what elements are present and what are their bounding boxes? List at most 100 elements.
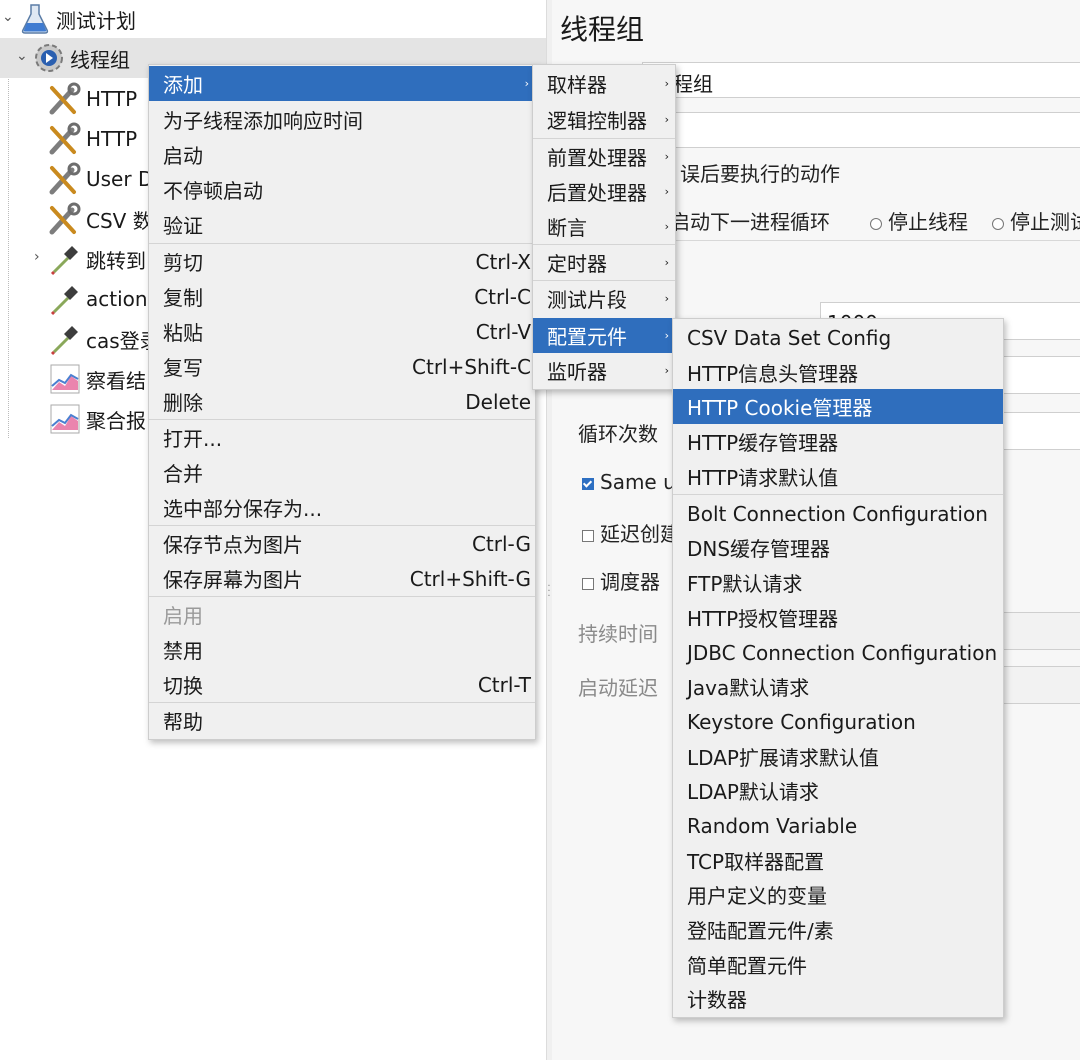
- menu-item-tcp-sampler-config[interactable]: TCP取样器配置: [673, 843, 1003, 878]
- menu-item-ldap-request-defaults[interactable]: LDAP默认请求: [673, 773, 1003, 808]
- radio-stop-thread[interactable]: 停止线程: [870, 206, 968, 235]
- menu-item-dns-cache-manager[interactable]: DNS缓存管理器: [673, 530, 1003, 565]
- menu-item-merge[interactable]: 合并: [149, 455, 535, 490]
- wrench-icon: [48, 82, 82, 116]
- menu-item-label: 启用: [163, 604, 203, 628]
- menu-item-config-element[interactable]: 配置元件 ›: [533, 318, 675, 353]
- menu-item-random-variable[interactable]: Random Variable: [673, 808, 1003, 843]
- section-divider: [672, 240, 1080, 241]
- menu-item-label: 复制: [163, 286, 203, 310]
- menu-item-shortcut: Ctrl-X: [475, 249, 531, 274]
- tree-node-csv[interactable]: CSV 数: [48, 200, 153, 238]
- menu-item-duplicate[interactable]: 复写 Ctrl+Shift-C: [149, 349, 535, 384]
- menu-item-paste[interactable]: 粘贴 Ctrl-V: [149, 314, 535, 349]
- menu-item-start[interactable]: 启动: [149, 137, 535, 172]
- menu-item-ldap-extended-defaults[interactable]: LDAP扩展请求默认值: [673, 739, 1003, 774]
- menu-item-label: 禁用: [163, 639, 203, 663]
- menu-item-bolt-connection-config[interactable]: Bolt Connection Configuration: [673, 496, 1003, 531]
- menu-item-shortcut: Ctrl+Shift-G: [409, 566, 531, 591]
- menu-item-test-fragment[interactable]: 测试片段 ›: [533, 281, 675, 316]
- menu-item-add[interactable]: 添加 ›: [149, 66, 535, 101]
- menu-item-save-node-image[interactable]: 保存节点为图片 Ctrl-G: [149, 526, 535, 561]
- scheduler-checkbox[interactable]: 调度器: [582, 566, 660, 595]
- menu-item-logic-controller[interactable]: 逻辑控制器 ›: [533, 102, 675, 137]
- radio-stop-test[interactable]: 停止测试: [992, 206, 1080, 235]
- menu-item-http-request-defaults[interactable]: HTTP请求默认值: [673, 459, 1003, 494]
- menu-item-label: 剪切: [163, 251, 203, 275]
- menu-item-shortcut: Ctrl-T: [477, 672, 531, 697]
- comments-field[interactable]: [642, 112, 1080, 148]
- tree-node-label: CSV 数: [86, 208, 153, 233]
- menu-item-assertion[interactable]: 断言 ›: [533, 209, 675, 244]
- tree-node-http-request-2[interactable]: HTTP: [48, 120, 137, 158]
- menu-item-post-processor[interactable]: 后置处理器 ›: [533, 174, 675, 209]
- menu-item-label: 简单配置元件: [687, 954, 807, 978]
- menu-item-delete[interactable]: 删除 Delete: [149, 384, 535, 419]
- menu-item-validate[interactable]: 验证: [149, 207, 535, 242]
- menu-item-help[interactable]: 帮助: [149, 703, 535, 738]
- menu-item-label: DNS缓存管理器: [687, 537, 831, 561]
- menu-item-http-auth-manager[interactable]: HTTP授权管理器: [673, 600, 1003, 635]
- radio-next-loop[interactable]: 启动下一进程循环: [670, 206, 830, 235]
- menu-item-label: 定时器: [547, 252, 607, 276]
- tree-node-http-request-1[interactable]: HTTP: [48, 80, 137, 118]
- pipette-icon: [48, 282, 82, 316]
- startup-delay-label: 启动延迟: [578, 676, 658, 700]
- tree-node-aggregate-report[interactable]: 聚合报: [48, 400, 146, 438]
- menu-item-shortcut: Ctrl+Shift-C: [412, 354, 531, 379]
- radio-next-loop-label: 启动下一进程循环: [670, 210, 830, 234]
- menu-item-label: 切换: [163, 674, 203, 698]
- menu-item-save-selection-as[interactable]: 选中部分保存为...: [149, 490, 535, 525]
- menu-item-copy[interactable]: 复制 Ctrl-C: [149, 279, 535, 314]
- menu-item-open[interactable]: 打开...: [149, 420, 535, 455]
- graph-icon: [48, 402, 82, 436]
- menu-item-label: HTTP请求默认值: [687, 466, 839, 490]
- tree-node-test-plan[interactable]: ⌄ 测试计划: [0, 0, 546, 38]
- menu-separator: [673, 494, 1003, 495]
- name-field-value: 程组: [673, 72, 713, 96]
- menu-item-start-no-pause[interactable]: 不停顿启动: [149, 172, 535, 207]
- menu-item-sampler[interactable]: 取样器 ›: [533, 66, 675, 101]
- menu-item-label: 逻辑控制器: [547, 109, 647, 133]
- menu-item-simple-config-element[interactable]: 简单配置元件: [673, 947, 1003, 982]
- menu-item-http-cookie-manager[interactable]: HTTP Cookie管理器: [673, 389, 1003, 424]
- menu-item-label: 保存节点为图片: [163, 533, 303, 557]
- name-field[interactable]: 程组: [642, 62, 1080, 98]
- tree-node-user-defined[interactable]: User D: [48, 160, 153, 198]
- menu-item-pre-processor[interactable]: 前置处理器 ›: [533, 139, 675, 174]
- menu-item-jdbc-connection-config[interactable]: JDBC Connection Configuration: [673, 635, 1003, 670]
- graph-icon: [48, 362, 82, 396]
- menu-item-http-header-manager[interactable]: HTTP信息头管理器: [673, 355, 1003, 390]
- menu-item-disable[interactable]: 禁用: [149, 632, 535, 667]
- tree-toggle[interactable]: ⌄: [2, 9, 14, 25]
- menu-item-login-config-element[interactable]: 登陆配置元件/素: [673, 912, 1003, 947]
- menu-item-add-response-time[interactable]: 为子线程添加响应时间: [149, 102, 535, 137]
- menu-item-ftp-request-defaults[interactable]: FTP默认请求: [673, 565, 1003, 600]
- menu-item-java-request-defaults[interactable]: Java默认请求: [673, 669, 1003, 704]
- menu-item-label: CSV Data Set Config: [687, 325, 892, 350]
- tree-toggle[interactable]: ›: [34, 249, 40, 265]
- menu-item-timer[interactable]: 定时器 ›: [533, 245, 675, 280]
- menu-item-user-defined-variables[interactable]: 用户定义的变量: [673, 877, 1003, 912]
- chevron-right-icon: ›: [664, 113, 669, 126]
- tree-node-action[interactable]: action: [48, 280, 148, 318]
- menu-item-label: Java默认请求: [687, 676, 810, 700]
- tree-node-view-results[interactable]: 察看结: [48, 360, 146, 398]
- menu-item-counter[interactable]: 计数器: [673, 981, 1003, 1016]
- menu-item-toggle[interactable]: 切换 Ctrl-T: [149, 667, 535, 702]
- gear-icon: [32, 41, 66, 75]
- menu-item-listener[interactable]: 监听器 ›: [533, 353, 675, 388]
- same-user-checkbox[interactable]: Same us: [582, 470, 686, 494]
- tree-node-redirect[interactable]: › 跳转到: [34, 240, 146, 278]
- delay-create-checkbox[interactable]: 延迟创建: [582, 518, 680, 547]
- menu-item-http-cache-manager[interactable]: HTTP缓存管理器: [673, 424, 1003, 459]
- menu-item-keystore-config[interactable]: Keystore Configuration: [673, 704, 1003, 739]
- tree-node-cas-login[interactable]: cas登录: [48, 320, 160, 358]
- tree-toggle[interactable]: ⌄: [16, 48, 28, 64]
- menu-item-cut[interactable]: 剪切 Ctrl-X: [149, 244, 535, 279]
- menu-item-label: 取样器: [547, 73, 607, 97]
- menu-item-csv-data-set-config[interactable]: CSV Data Set Config: [673, 320, 1003, 355]
- pipette-icon: [48, 322, 82, 356]
- tree-node-label: HTTP: [86, 87, 138, 111]
- menu-item-save-screen-image[interactable]: 保存屏幕为图片 Ctrl+Shift-G: [149, 561, 535, 596]
